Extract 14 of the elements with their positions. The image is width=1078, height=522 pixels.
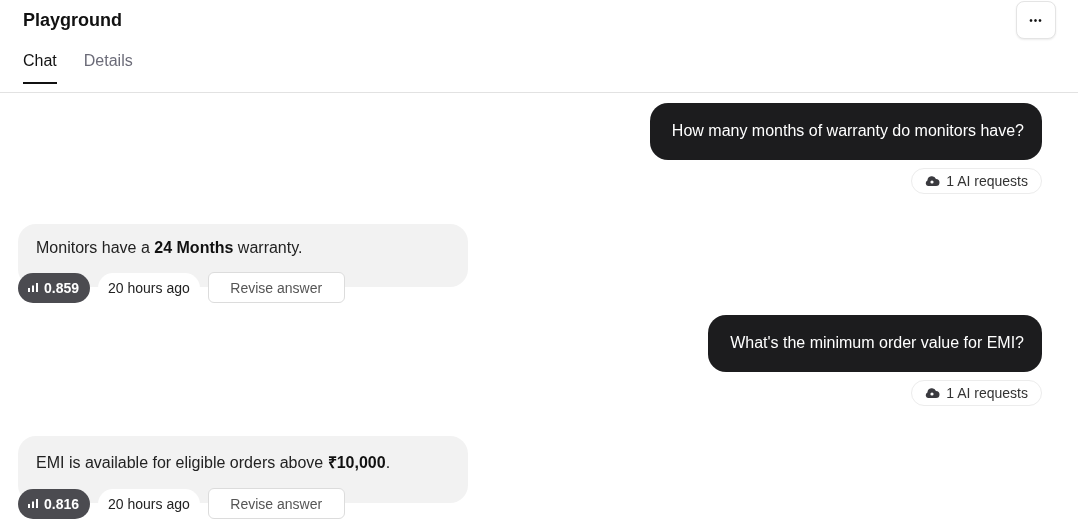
cloud-icon [924,175,941,187]
signal-bars-icon [28,499,38,508]
more-menu-button[interactable]: ••• [1016,1,1056,39]
user-message: What's the minimum order value for EMI? [708,315,1042,372]
tab[interactable]: Chat [23,42,57,84]
revise-answer-button[interactable]: Revise answer [207,272,345,303]
user-message: How many months of warranty do monitors have? [649,103,1042,160]
score-badge: 0.859 [18,272,91,303]
revise-answer-button[interactable]: Revise answer [207,488,345,519]
tab[interactable]: Details [83,42,133,84]
page-title: Playground [23,9,122,31]
score-badge: 0.816 [18,488,91,519]
signal-bars-icon [28,283,38,292]
cloud-icon [924,387,941,399]
